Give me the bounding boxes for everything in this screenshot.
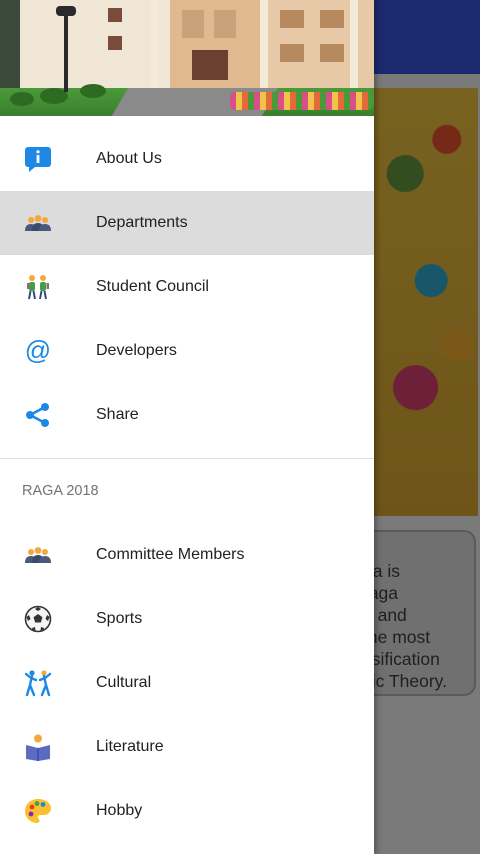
drawer-item-literature[interactable]: Literature <box>0 715 374 779</box>
drawer-item-label: Sports <box>96 610 143 627</box>
drawer-item-student-council[interactable]: Student Council <box>0 255 374 319</box>
drawer-item-label: Hobby <box>96 802 143 819</box>
people-group-icon <box>25 215 51 231</box>
drawer-item-departments[interactable]: Departments <box>0 191 374 255</box>
drawer-item-hobby[interactable]: Hobby <box>0 779 374 843</box>
description-text: ga is raga e and the most ssification si… <box>363 561 447 691</box>
soccer-ball-icon <box>24 605 52 633</box>
drawer-item-developers[interactable]: @ Developers <box>0 319 374 383</box>
people-group-icon <box>25 547 51 563</box>
drawer-divider <box>0 458 374 459</box>
navigation-drawer: About Us Departments Student Council @ D… <box>0 0 374 854</box>
share-icon <box>26 403 49 427</box>
drawer-item-label: Share <box>96 406 139 423</box>
festival-banner-image <box>374 88 478 516</box>
students-icon <box>27 275 49 300</box>
drawer-item-label: Cultural <box>96 674 152 691</box>
dancers-icon <box>24 670 52 697</box>
drawer-item-label: Literature <box>96 738 164 755</box>
drawer-item-about-us[interactable]: About Us <box>0 127 374 191</box>
section-header: RAGA 2018 <box>22 483 99 499</box>
drawer-item-label: About Us <box>96 150 162 167</box>
palette-icon <box>25 799 51 823</box>
svg-text:@: @ <box>25 337 51 365</box>
drawer-item-label: Student Council <box>96 278 209 295</box>
drawer-item-label: Developers <box>96 342 177 359</box>
info-icon <box>25 147 51 172</box>
description-card: ga is raga e and the most ssification si… <box>362 530 476 696</box>
drawer-item-cultural[interactable]: Cultural <box>0 651 374 715</box>
drawer-header-image <box>0 0 374 116</box>
at-sign-icon: @ <box>25 337 51 365</box>
drawer-item-committee-members[interactable]: Committee Members <box>0 523 374 587</box>
drawer-item-share[interactable]: Share <box>0 383 374 447</box>
drawer-item-label: Departments <box>96 214 188 231</box>
drawer-item-sports[interactable]: Sports <box>0 587 374 651</box>
drawer-item-label: Committee Members <box>96 546 245 563</box>
reader-book-icon <box>26 734 50 761</box>
